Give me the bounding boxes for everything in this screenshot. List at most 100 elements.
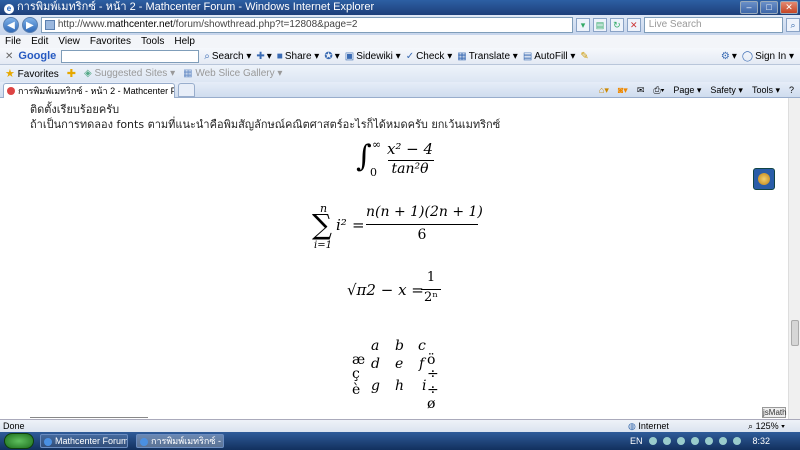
menu-help[interactable]: Help [174, 35, 195, 48]
suggested-sites-label: Suggested Sites ▾ [94, 68, 176, 79]
maximize-button[interactable]: □ [760, 1, 778, 14]
task-label: Mathcenter Forum ... [55, 436, 128, 446]
suggested-sites-link[interactable]: ◈ Suggested Sites ▾ [84, 68, 175, 79]
print-icon[interactable]: ⎙▾ [653, 83, 664, 97]
tray-icon[interactable] [704, 437, 713, 445]
ie-task-icon [140, 438, 148, 446]
scrollbar-thumb[interactable] [791, 320, 799, 346]
matrix-left-glyph: ç [352, 366, 360, 382]
vertical-scrollbar[interactable] [788, 98, 800, 419]
integral-lower-limit: 0 [370, 166, 377, 179]
page-content: ติดตั้งเรียบร้อยครับ ถ้าเป็นการทดลอง fon… [0, 98, 788, 419]
jsmath-button[interactable]: jsMath [762, 407, 787, 418]
sum-lower-limit: i=1 [314, 240, 332, 251]
translate-label: Translate ▾ [468, 50, 518, 62]
autofill-button[interactable]: ▤ AutoFill ▾ [523, 51, 576, 62]
zoom-value: 125% [755, 421, 779, 431]
home-icon[interactable]: ⌂▾ [599, 83, 609, 97]
tray-icon[interactable] [718, 437, 727, 445]
compatibility-view-icon[interactable]: ▤ [592, 18, 607, 32]
integral-numerator: x² − 4 [386, 140, 434, 158]
tray-icon[interactable] [732, 437, 741, 445]
bookmark-button[interactable]: ✪ ▾ [324, 51, 339, 62]
minimize-button[interactable]: – [740, 1, 758, 14]
google-search-input[interactable] [61, 49, 200, 63]
windows-taskbar: Mathcenter Forum ... การพิมพ์เมทริกซ์ - … [0, 432, 800, 450]
share-button[interactable]: ■ Share ▾ [277, 51, 320, 62]
clock[interactable]: 8:32 [753, 435, 771, 448]
jsmath-control-icon[interactable] [753, 168, 775, 190]
signin-icon: ◯ [741, 50, 754, 62]
wrench-settings-button[interactable]: ⚙ ▾ [721, 51, 737, 62]
check-button[interactable]: ✓ Check ▾ [406, 51, 453, 62]
read-mail-icon[interactable]: ✉ [637, 83, 645, 97]
help-menu[interactable]: ? [789, 83, 794, 97]
integral-denominator: tan²θ [391, 161, 429, 177]
sum-fraction-bar [366, 224, 478, 225]
menu-edit[interactable]: Edit [31, 35, 48, 48]
sum-denominator: 6 [417, 227, 427, 243]
menu-view[interactable]: View [58, 35, 80, 48]
globe-icon: ◍ [628, 421, 636, 431]
translate-button[interactable]: ▦ Translate ▾ [457, 51, 518, 62]
sqrt-denominator: 2ⁿ [424, 290, 438, 305]
tray-icon[interactable] [662, 437, 671, 445]
google-toolbar: ✕ Google ⌕ Search ▾ ✚ ▾ ■ Share ▾ ✪ ▾ ▣ Sidew… [0, 48, 800, 65]
matrix-cell: c [418, 338, 426, 354]
google-search-button[interactable]: ⌕ Search ▾ [204, 51, 251, 62]
tray-icon[interactable] [676, 437, 685, 445]
web-slice-gallery-link[interactable]: ▦ Web Slice Gallery ▾ [183, 68, 282, 79]
go-dropdown-icon[interactable]: ▾ [576, 18, 590, 32]
refresh-icon[interactable]: ↻ [609, 18, 624, 32]
page-menu[interactable]: Page ▾ [673, 83, 701, 97]
plus-icon: ✚ [256, 50, 265, 62]
address-bar-row: ◀ ▶ http://www.mathcenter.net/forum/show… [0, 15, 800, 35]
add-favorite-icon[interactable]: ✚ [67, 67, 76, 80]
favorites-button[interactable]: ★ Favorites [5, 67, 59, 80]
sign-in-button[interactable]: ◯ Sign In ▾ [742, 51, 794, 62]
start-button[interactable] [4, 433, 34, 449]
summation-formula: n ∑ i=1 i² = n(n + 1)(2n + 1) 6 [310, 202, 490, 257]
matrix-right-glyph: ø [427, 396, 436, 412]
safety-menu[interactable]: Safety ▾ [710, 83, 743, 97]
url-field[interactable]: http://www.mathcenter.net/forum/showthre… [40, 17, 574, 33]
tools-menu[interactable]: Tools ▾ [752, 83, 780, 97]
search-icon[interactable]: ⌕ [786, 18, 800, 32]
google-plus-button[interactable]: ✚ ▾ [256, 51, 271, 62]
matrix-cell: g [371, 378, 380, 394]
menu-file[interactable]: File [5, 35, 21, 48]
close-window-button[interactable]: ✕ [780, 1, 798, 14]
command-bar: ⌂▾ ◙▾ ✉ ⎙▾ Page ▾ Safety ▾ Tools ▾ ? [599, 83, 794, 97]
jsmath-control-glyph [758, 173, 770, 185]
tab-mathcenter[interactable]: การพิมพ์เมทริกซ์ - หน้า 2 - Mathcenter F… [3, 83, 175, 98]
tray-icon[interactable] [690, 437, 699, 445]
sidewiki-button[interactable]: ▣ Sidewiki ▾ [345, 51, 401, 62]
content-divider [30, 417, 148, 418]
sqrt-numerator: 1 [426, 270, 436, 285]
zoom-level[interactable]: ⌕ 125% ▾ [748, 420, 785, 432]
url-protocol: http://www. [57, 19, 107, 30]
autofill-label: AutoFill ▾ [534, 50, 576, 62]
taskbar-item-mathcenter[interactable]: Mathcenter Forum ... [40, 434, 128, 448]
language-indicator[interactable]: EN [630, 435, 643, 448]
integral-formula: ∫ ∞ 0 x² − 4 tan²θ [356, 138, 466, 188]
feeds-icon[interactable]: ◙▾ [618, 83, 628, 97]
tray-icon[interactable] [648, 437, 657, 445]
toolbar-close-icon[interactable]: ✕ [5, 51, 13, 62]
stop-icon[interactable]: ✕ [626, 18, 641, 32]
new-tab-button[interactable] [178, 83, 195, 97]
post-line-2: ถ้าเป็นการทดลอง fonts ตามที่แนะนำคือพิมส… [30, 118, 501, 131]
page-icon [44, 20, 55, 30]
pencil-icon[interactable]: ✎ [580, 51, 588, 62]
share-icon: ■ [276, 50, 283, 62]
menu-tools[interactable]: Tools [141, 35, 164, 48]
system-tray: EN 8:32 [630, 434, 770, 448]
web-slice-icon: ▦ [183, 68, 193, 79]
taskbar-item-matrix-page[interactable]: การพิมพ์เมทริกซ์ - หน้... [136, 434, 224, 448]
favorites-label: Favorites [17, 69, 59, 80]
window-title: การพิมพ์เมทริกซ์ - หน้า 2 - Mathcenter F… [17, 1, 375, 13]
back-button[interactable]: ◀ [3, 17, 19, 33]
live-search-input[interactable]: Live Search [643, 17, 784, 33]
menu-favorites[interactable]: Favorites [90, 35, 131, 48]
forward-button[interactable]: ▶ [21, 17, 38, 33]
